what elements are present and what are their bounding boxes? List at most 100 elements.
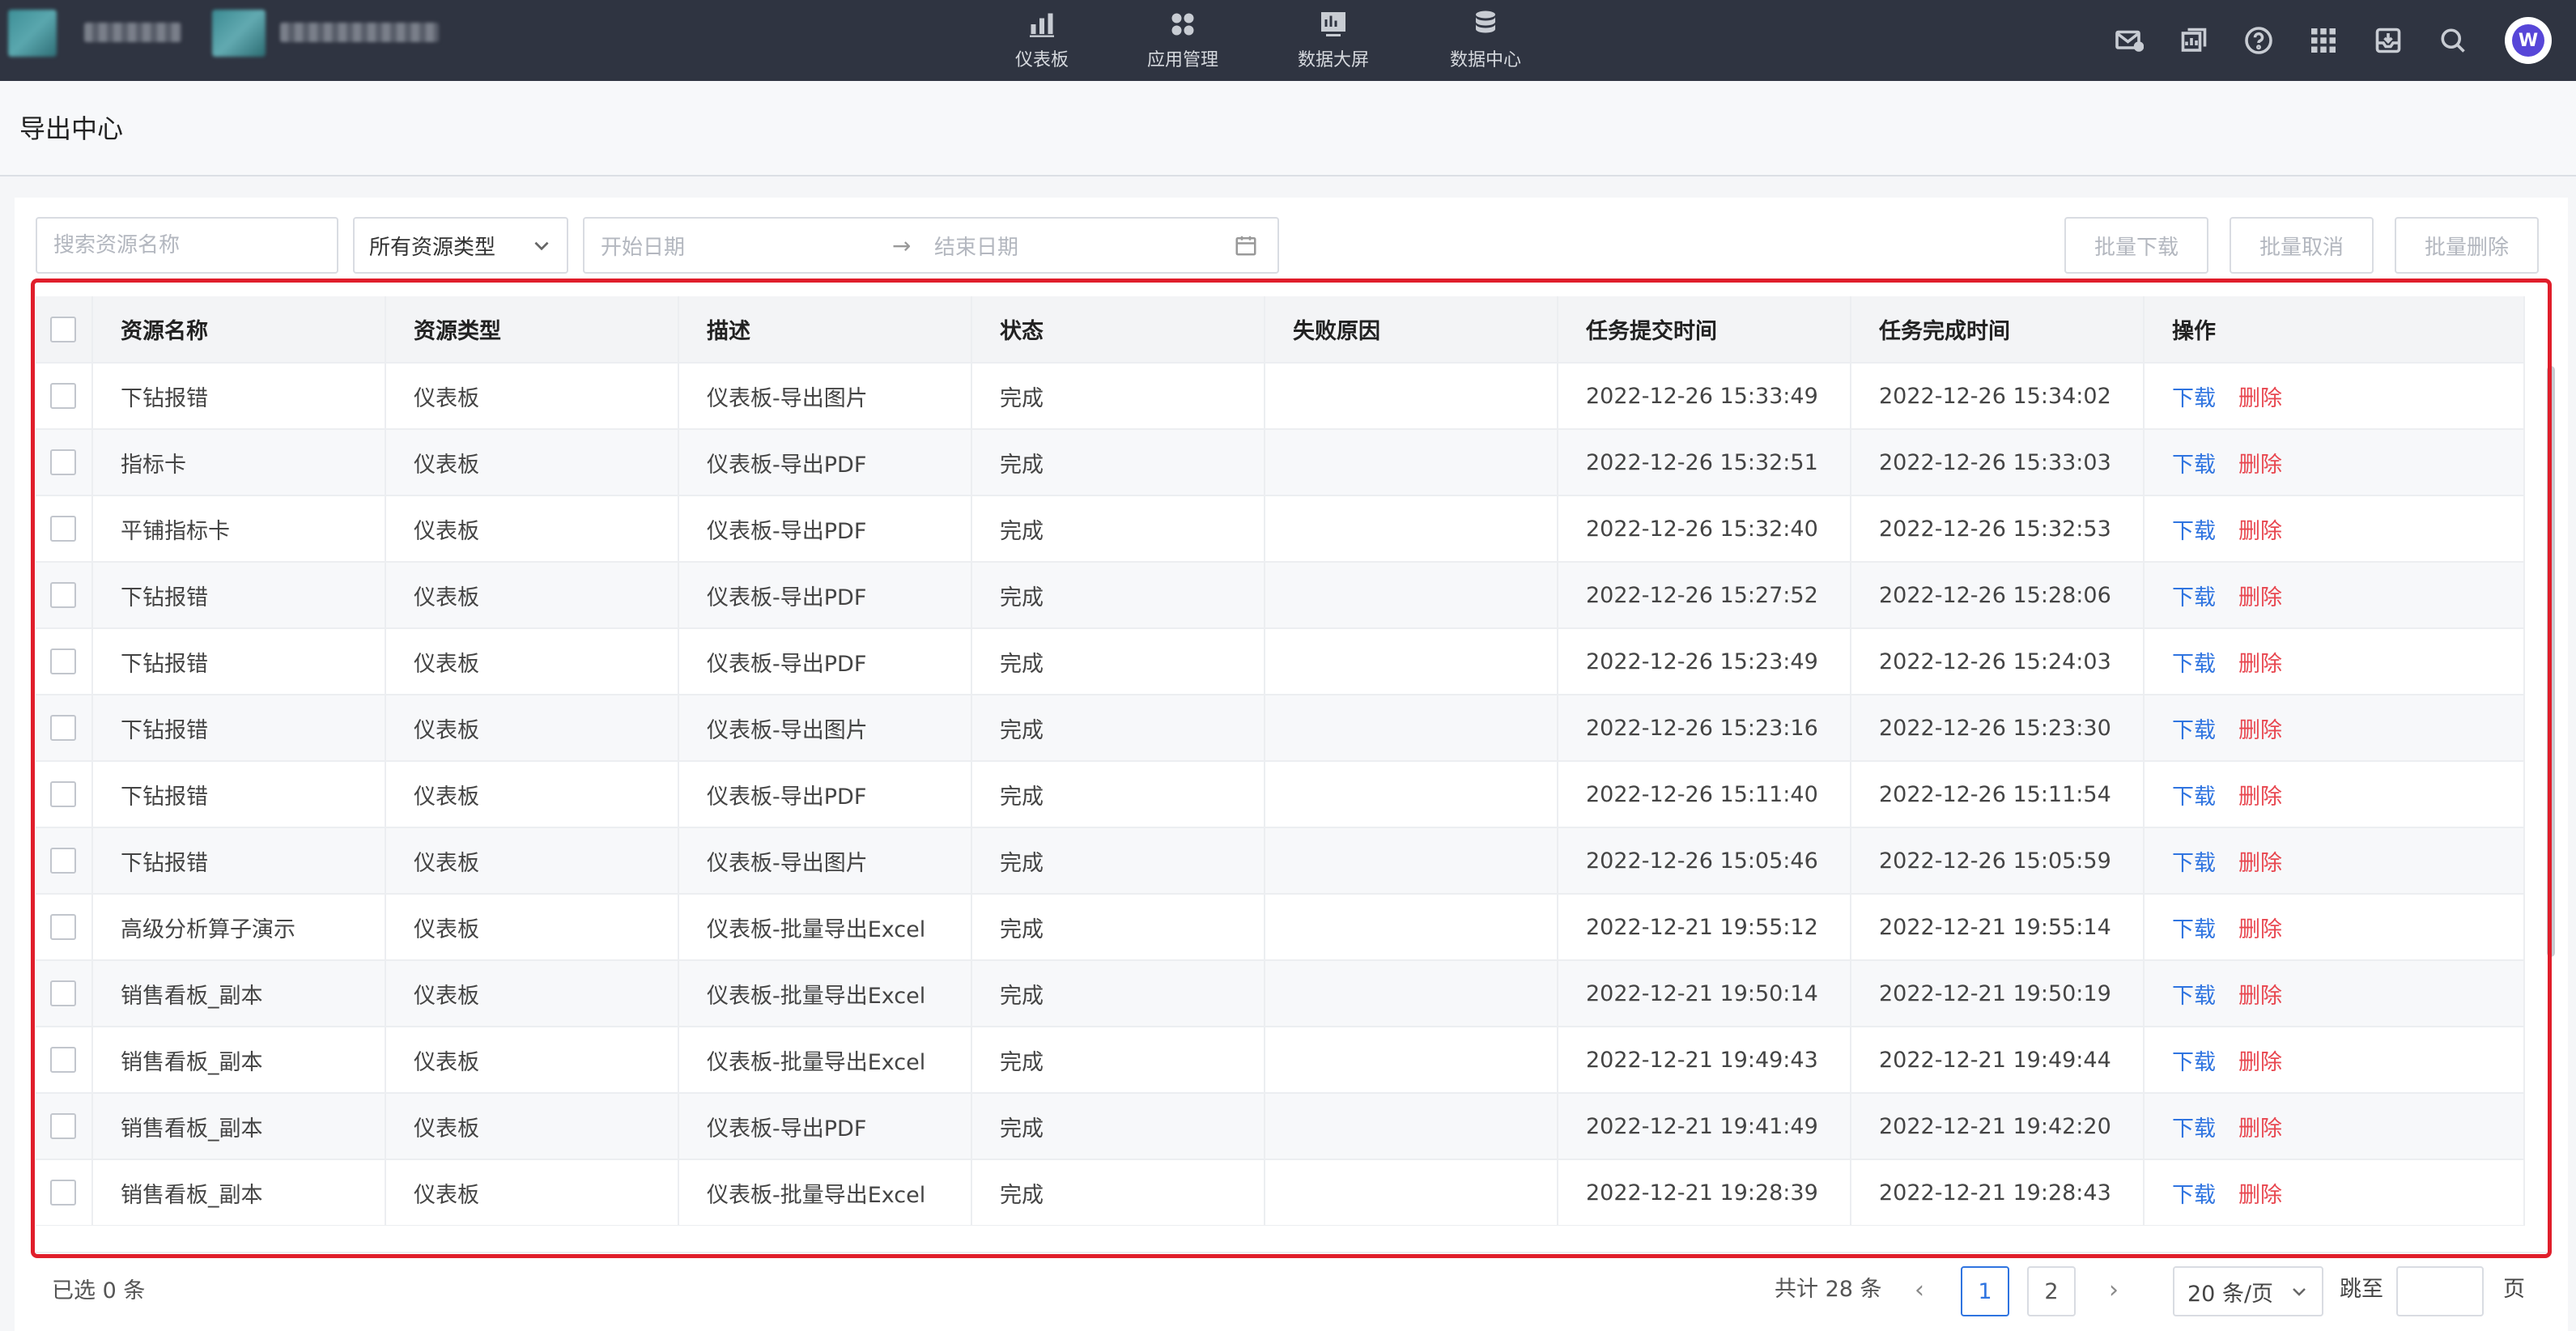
cell-status: 完成 — [971, 363, 1265, 430]
delete-link[interactable]: 删除 — [2238, 917, 2282, 942]
table-row[interactable]: 下钻报错 仪表板 仪表板-导出图片 完成 2022-12-26 15:33:49 2022… — [36, 363, 2525, 430]
app-logo-icon[interactable] — [8, 10, 57, 57]
row-checkbox[interactable] — [50, 781, 76, 808]
delete-link[interactable]: 删除 — [2238, 453, 2282, 478]
row-checkbox[interactable] — [50, 1047, 76, 1074]
delete-link[interactable]: 删除 — [2238, 519, 2282, 544]
nav-tab-label: 仪表板 — [1014, 50, 1069, 70]
delete-link[interactable]: 删除 — [2238, 1183, 2282, 1208]
avatar[interactable]: W — [2505, 17, 2552, 64]
page-size-select[interactable]: 20 条/页 — [2173, 1266, 2323, 1316]
nav-tab-data-screen[interactable]: 数据大屏 — [1273, 0, 1394, 81]
table-row[interactable]: 销售看板_副本 仪表板 仪表板-批量导出Excel 完成 2022-12-21 19:2… — [36, 1159, 2525, 1226]
row-checkbox[interactable] — [50, 449, 76, 476]
cell-reason — [1265, 827, 1558, 895]
resource-type-select[interactable]: 所有资源类型 — [353, 217, 568, 274]
report-icon[interactable] — [2178, 24, 2210, 57]
batch-download-button[interactable]: 批量下载 — [2064, 217, 2208, 274]
search-icon[interactable] — [2437, 24, 2469, 57]
row-checkbox[interactable] — [50, 715, 76, 742]
table-row[interactable]: 平铺指标卡 仪表板 仪表板-导出PDF 完成 2022-12-26 15:32:40 20… — [36, 495, 2525, 563]
download-link[interactable]: 下载 — [2172, 585, 2216, 610]
end-date-field[interactable]: 结束日期 — [934, 231, 1018, 261]
page-size-value: 20 条/页 — [2187, 1281, 2274, 1307]
cell-name: 平铺指标卡 — [92, 495, 386, 563]
page-2-button[interactable]: 2 — [2027, 1266, 2076, 1316]
row-checkbox[interactable] — [50, 383, 76, 410]
cell-status: 完成 — [971, 628, 1265, 695]
download-link[interactable]: 下载 — [2172, 519, 2216, 544]
mail-icon[interactable] — [2113, 24, 2145, 57]
delete-link[interactable]: 删除 — [2238, 851, 2282, 876]
delete-link[interactable]: 删除 — [2238, 652, 2282, 677]
row-checkbox[interactable] — [50, 648, 76, 675]
delete-link[interactable]: 删除 — [2238, 585, 2282, 610]
download-link[interactable]: 下载 — [2172, 1050, 2216, 1075]
export-center-card: 所有资源类型 开始日期 → 结束日期 批量下载 批量取消 批量删除 资源名称 资… — [15, 198, 2568, 1331]
download-link[interactable]: 下载 — [2172, 785, 2216, 810]
row-checkbox[interactable] — [50, 914, 76, 941]
row-checkbox[interactable] — [50, 980, 76, 1007]
batch-cancel-button[interactable]: 批量取消 — [2230, 217, 2374, 274]
row-checkbox[interactable] — [50, 582, 76, 609]
calendar-icon[interactable] — [1234, 233, 1258, 257]
download-link[interactable]: 下载 — [2172, 984, 2216, 1009]
row-checkbox[interactable] — [50, 1180, 76, 1206]
cell-finish: 2022-12-26 15:32:53 — [1851, 495, 2145, 563]
batch-delete-button[interactable]: 批量删除 — [2395, 217, 2539, 274]
page-1-button[interactable]: 1 — [1961, 1266, 2009, 1316]
table-row[interactable]: 销售看板_副本 仪表板 仪表板-批量导出Excel 完成 2022-12-21 19:4… — [36, 1027, 2525, 1094]
table-row[interactable]: 下钻报错 仪表板 仪表板-导出PDF 完成 2022-12-26 15:23:49 202… — [36, 628, 2525, 695]
download-link[interactable]: 下载 — [2172, 718, 2216, 743]
pagination-footer: 已选 0 条 共计 28 条 ‹ 1 2 › 20 条/页 跳至 页 — [36, 1252, 2547, 1316]
row-checkbox-cell — [36, 1159, 93, 1226]
cell-desc: 仪表板-批量导出Excel — [678, 1027, 972, 1094]
search-input[interactable] — [36, 217, 338, 274]
download-link[interactable]: 下载 — [2172, 1183, 2216, 1208]
start-date-field[interactable]: 开始日期 — [601, 231, 685, 261]
row-checkbox[interactable] — [50, 1113, 76, 1140]
delete-link[interactable]: 删除 — [2238, 1050, 2282, 1075]
download-link[interactable]: 下载 — [2172, 1116, 2216, 1142]
nav-tab-dashboard[interactable]: 仪表板 — [981, 0, 1103, 81]
download-link[interactable]: 下载 — [2172, 652, 2216, 677]
jump-page-input[interactable] — [2396, 1266, 2484, 1316]
table-row[interactable]: 下钻报错 仪表板 仪表板-导出PDF 完成 2022-12-26 15:11:40 202… — [36, 761, 2525, 828]
delete-link[interactable]: 删除 — [2238, 984, 2282, 1009]
download-link[interactable]: 下载 — [2172, 851, 2216, 876]
cell-submit: 2022-12-26 15:23:16 — [1558, 695, 1851, 762]
prev-page-button[interactable]: ‹ — [1899, 1266, 1940, 1313]
download-link[interactable]: 下载 — [2172, 386, 2216, 411]
cell-submit: 2022-12-26 15:05:46 — [1558, 827, 1851, 895]
table-row[interactable]: 高级分析算子演示 仪表板 仪表板-批量导出Excel 完成 2022-12-21 19:… — [36, 894, 2525, 961]
delete-link[interactable]: 删除 — [2238, 718, 2282, 743]
cell-desc: 仪表板-导出图片 — [678, 695, 972, 762]
select-all-checkbox[interactable] — [50, 316, 76, 342]
row-checkbox-cell — [36, 695, 93, 762]
next-page-button[interactable]: › — [2094, 1266, 2134, 1313]
nav-tab-data-center[interactable]: 数据中心 — [1425, 0, 1546, 81]
table-row[interactable]: 下钻报错 仪表板 仪表板-导出图片 完成 2022-12-26 15:23:16 2022… — [36, 695, 2525, 762]
table-row[interactable]: 指标卡 仪表板 仪表板-导出PDF 完成 2022-12-26 15:32:51 2022… — [36, 429, 2525, 496]
table-row[interactable]: 下钻报错 仪表板 仪表板-导出PDF 完成 2022-12-26 15:27:52 202… — [36, 562, 2525, 629]
table-scrollbar[interactable] — [2547, 366, 2555, 957]
cell-finish: 2022-12-26 15:05:59 — [1851, 827, 2145, 895]
delete-link[interactable]: 删除 — [2238, 386, 2282, 411]
delete-link[interactable]: 删除 — [2238, 1116, 2282, 1142]
delete-link[interactable]: 删除 — [2238, 785, 2282, 810]
download-link[interactable]: 下载 — [2172, 917, 2216, 942]
workspace-logo-icon[interactable] — [212, 10, 266, 57]
cell-desc: 仪表板-导出PDF — [678, 1093, 972, 1160]
row-checkbox[interactable] — [50, 848, 76, 874]
nav-tab-app-management[interactable]: 应用管理 — [1122, 0, 1243, 81]
row-checkbox[interactable] — [50, 516, 76, 542]
grid-menu-icon[interactable] — [2307, 24, 2340, 57]
help-icon[interactable] — [2242, 24, 2275, 57]
table-row[interactable]: 销售看板_副本 仪表板 仪表板-导出PDF 完成 2022-12-21 19:41:49… — [36, 1093, 2525, 1160]
download-link[interactable]: 下载 — [2172, 453, 2216, 478]
date-range-picker[interactable]: 开始日期 → 结束日期 — [583, 217, 1279, 274]
download-inbox-icon[interactable] — [2372, 24, 2404, 57]
cell-name: 高级分析算子演示 — [92, 894, 386, 961]
table-row[interactable]: 下钻报错 仪表板 仪表板-导出图片 完成 2022-12-26 15:05:46 2022… — [36, 827, 2525, 895]
table-row[interactable]: 销售看板_副本 仪表板 仪表板-批量导出Excel 完成 2022-12-21 19:5… — [36, 960, 2525, 1027]
